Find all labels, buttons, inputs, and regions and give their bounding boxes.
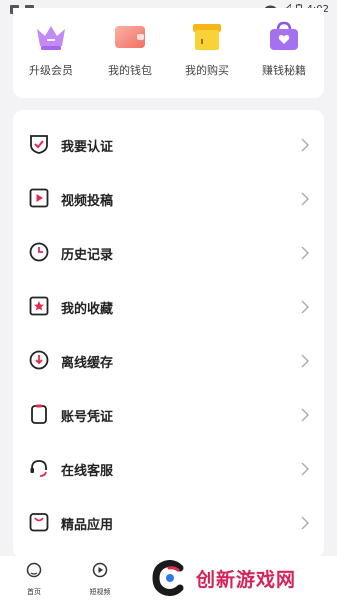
- gift-bag-icon: [267, 20, 301, 54]
- play-circle-icon: [92, 562, 108, 578]
- chevron-right-icon: [301, 192, 309, 206]
- chevron-right-icon: [301, 462, 309, 476]
- menu-item-label: 我的收藏: [61, 301, 114, 317]
- menu-item-account-credential[interactable]: 账号凭证: [13, 388, 324, 442]
- menu-item-label: 视频投稿: [61, 193, 114, 209]
- menu-item-label: 精品应用: [61, 517, 114, 533]
- menu-item-label: 历史记录: [61, 247, 114, 263]
- chevron-right-icon: [301, 354, 309, 368]
- nav-tab-short-video[interactable]: 短视频: [80, 562, 120, 597]
- menu-item-label: 离线缓存: [61, 355, 114, 371]
- quick-action-label: 我的购买: [185, 64, 229, 77]
- menu-item-offline-cache[interactable]: 离线缓存: [13, 334, 324, 388]
- menu-item-verification[interactable]: 我要认证: [13, 118, 324, 172]
- menu-item-favorites[interactable]: 我的收藏: [13, 280, 324, 334]
- chevron-right-icon: [301, 516, 309, 530]
- quick-actions-card: 升级会员 我的钱包 我的购买 赚钱秘籍: [13, 8, 324, 98]
- menu-item-label: 我要认证: [61, 139, 114, 155]
- chevron-right-icon: [301, 408, 309, 422]
- quick-action-earn-tips[interactable]: 赚钱秘籍: [252, 20, 316, 78]
- quick-action-wallet[interactable]: 我的钱包: [98, 20, 162, 78]
- nav-tab-label: 短视频: [89, 588, 111, 596]
- download-icon: [29, 350, 49, 370]
- chevron-right-icon: [301, 300, 309, 314]
- headset-icon: [30, 460, 47, 477]
- watermark-text: 创新游戏网: [196, 568, 297, 591]
- crown-icon: [34, 20, 68, 54]
- quick-action-purchases[interactable]: 我的购买: [175, 20, 239, 78]
- nav-tab-home[interactable]: 首页: [14, 562, 54, 597]
- box-icon: [190, 20, 224, 54]
- quick-action-vip[interactable]: 升级会员: [19, 20, 83, 78]
- menu-list-card: 我要认证 视频投稿 历史记录 我的收藏 离线缓存 账号凭证 在线客服 精品应用: [13, 110, 324, 558]
- menu-item-history[interactable]: 历史记录: [13, 226, 324, 280]
- home-icon: [26, 562, 42, 578]
- nav-tab-label: 首页: [27, 588, 41, 596]
- video-play-icon: [29, 188, 49, 208]
- menu-item-customer-service[interactable]: 在线客服: [13, 442, 324, 496]
- quick-action-label: 赚钱秘籍: [262, 64, 306, 77]
- quick-action-label: 升级会员: [29, 64, 73, 77]
- star-icon: [29, 296, 49, 316]
- menu-item-label: 在线客服: [61, 463, 114, 479]
- shield-check-icon: [30, 135, 48, 154]
- shopping-bag-icon: [29, 513, 49, 532]
- clock-icon: [29, 242, 49, 262]
- chevron-right-icon: [301, 246, 309, 260]
- menu-item-label: 账号凭证: [61, 409, 114, 425]
- menu-item-featured-apps[interactable]: 精品应用: [13, 496, 324, 550]
- watermark: 创新游戏网: [150, 556, 337, 600]
- chevron-right-icon: [301, 138, 309, 152]
- watermark-logo-icon: [152, 560, 184, 596]
- menu-item-video-submit[interactable]: 视频投稿: [13, 172, 324, 226]
- quick-action-label: 我的钱包: [108, 64, 152, 77]
- clipboard-icon: [31, 404, 47, 424]
- wallet-icon: [113, 20, 147, 54]
